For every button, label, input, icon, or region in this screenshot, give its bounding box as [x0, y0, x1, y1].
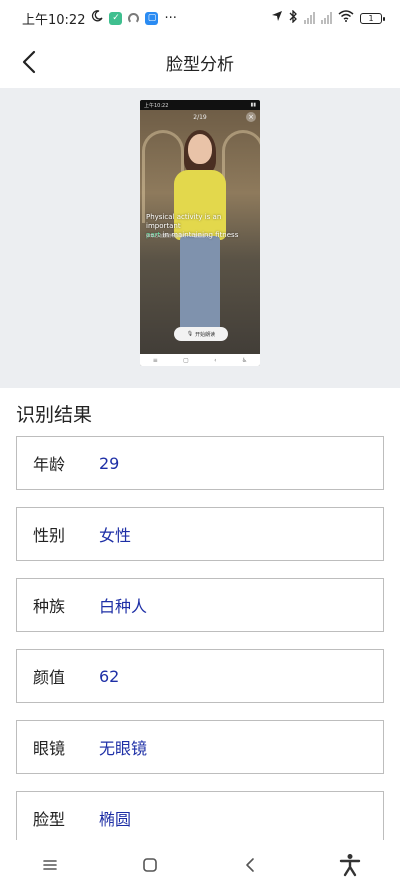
result-row-age: 年龄 29 — [16, 436, 384, 490]
thumb-time: 上午10:22 — [144, 102, 169, 109]
status-left: 上午10:22 ✓ ▢ ··· — [22, 9, 177, 28]
thumb-menu-icon: ≡ — [152, 356, 158, 364]
back-button[interactable] — [14, 46, 46, 78]
thumb-back-icon: ‹ — [214, 356, 217, 364]
location-icon — [271, 10, 283, 26]
page-title: 脸型分析 — [166, 54, 234, 75]
status-time: 上午10:22 — [22, 12, 86, 28]
preview-area: 上午10:22 ▮▮ 2/19 × Physical activity is a… — [0, 88, 400, 388]
thumb-nav-bar: ≡ ▢ ‹ ♿ — [140, 354, 260, 366]
person-jeans — [180, 236, 220, 336]
result-value: 椭圆 — [99, 810, 132, 829]
thumb-status-bar: 上午10:22 ▮▮ — [140, 100, 260, 110]
thumb-home-icon: ▢ — [183, 356, 189, 364]
result-label: 种族 — [33, 597, 66, 616]
nav-menu-button[interactable] — [30, 845, 70, 885]
moon-icon — [91, 10, 104, 26]
battery-level: 1 — [368, 13, 374, 23]
result-value: 女性 — [99, 526, 132, 545]
result-value: 29 — [99, 453, 120, 473]
app-icon: ▢ — [145, 11, 159, 25]
result-value: 无眼镜 — [99, 739, 148, 758]
result-row-glasses: 眼镜 无眼镜 — [16, 720, 384, 774]
results-title: 识别结果 — [16, 404, 93, 426]
result-row-race: 种族 白种人 — [16, 578, 384, 632]
nav-accessibility-button[interactable] — [330, 845, 370, 885]
status-right: 1 — [271, 8, 385, 27]
analyzed-image: 上午10:22 ▮▮ 2/19 × Physical activity is a… — [140, 100, 260, 366]
thumb-record-pill: 🎙 开始朗读 — [174, 327, 228, 341]
thumb-accessibility-icon: ♿ — [241, 356, 248, 364]
result-label: 性别 — [33, 526, 66, 545]
result-row-gender: 性别 女性 — [16, 507, 384, 561]
thumb-status-icons: ▮▮ — [250, 102, 256, 108]
nav-home-button[interactable] — [130, 845, 170, 885]
result-value: 白种人 — [99, 597, 148, 616]
back-triangle-icon — [246, 857, 254, 872]
result-row-face-shape: 脸型 椭圆 — [16, 791, 384, 845]
results-list: 年龄 29 性别 女性 种族 白种人 颜值 62 眼镜 无眼镜 脸型 椭圆 — [16, 436, 384, 862]
header: 脸型分析 — [0, 36, 400, 88]
person-face — [188, 134, 212, 164]
wifi-icon — [338, 10, 354, 26]
result-label: 脸型 — [33, 810, 66, 829]
thumb-close-icon: × — [246, 112, 256, 122]
battery-icon: 1 — [360, 12, 385, 24]
result-label: 年龄 — [33, 455, 66, 474]
system-nav-bar — [0, 840, 400, 889]
accessibility-icon — [339, 853, 361, 876]
nav-back-button[interactable] — [230, 845, 270, 885]
home-square-icon — [143, 857, 157, 872]
mic-icon: 🎙 — [186, 331, 194, 337]
status-bar: 上午10:22 ✓ ▢ ··· 1 — [0, 0, 400, 36]
caption-line1: Physical activity is an important — [146, 213, 222, 230]
result-label: 颜值 — [33, 668, 66, 687]
more-notifications-icon: ··· — [164, 10, 177, 26]
result-row-beauty: 颜值 62 — [16, 649, 384, 703]
result-label: 眼镜 — [33, 739, 66, 758]
signal-icon-2 — [321, 12, 332, 24]
result-value: 62 — [99, 666, 120, 686]
sync-icon — [128, 12, 140, 24]
chevron-left-icon — [22, 50, 36, 74]
bluetooth-icon — [289, 8, 298, 27]
app-notification-icon: ✓ — [109, 11, 123, 25]
thumb-counter: 2/19 — [193, 114, 207, 121]
record-label: 开始朗读 — [195, 331, 216, 338]
menu-icon — [43, 859, 57, 870]
arch-right — [222, 130, 260, 223]
signal-icon — [304, 12, 315, 24]
thumb-subtitle: 体育活动是保持健康的一个重要部分 — [146, 233, 210, 238]
